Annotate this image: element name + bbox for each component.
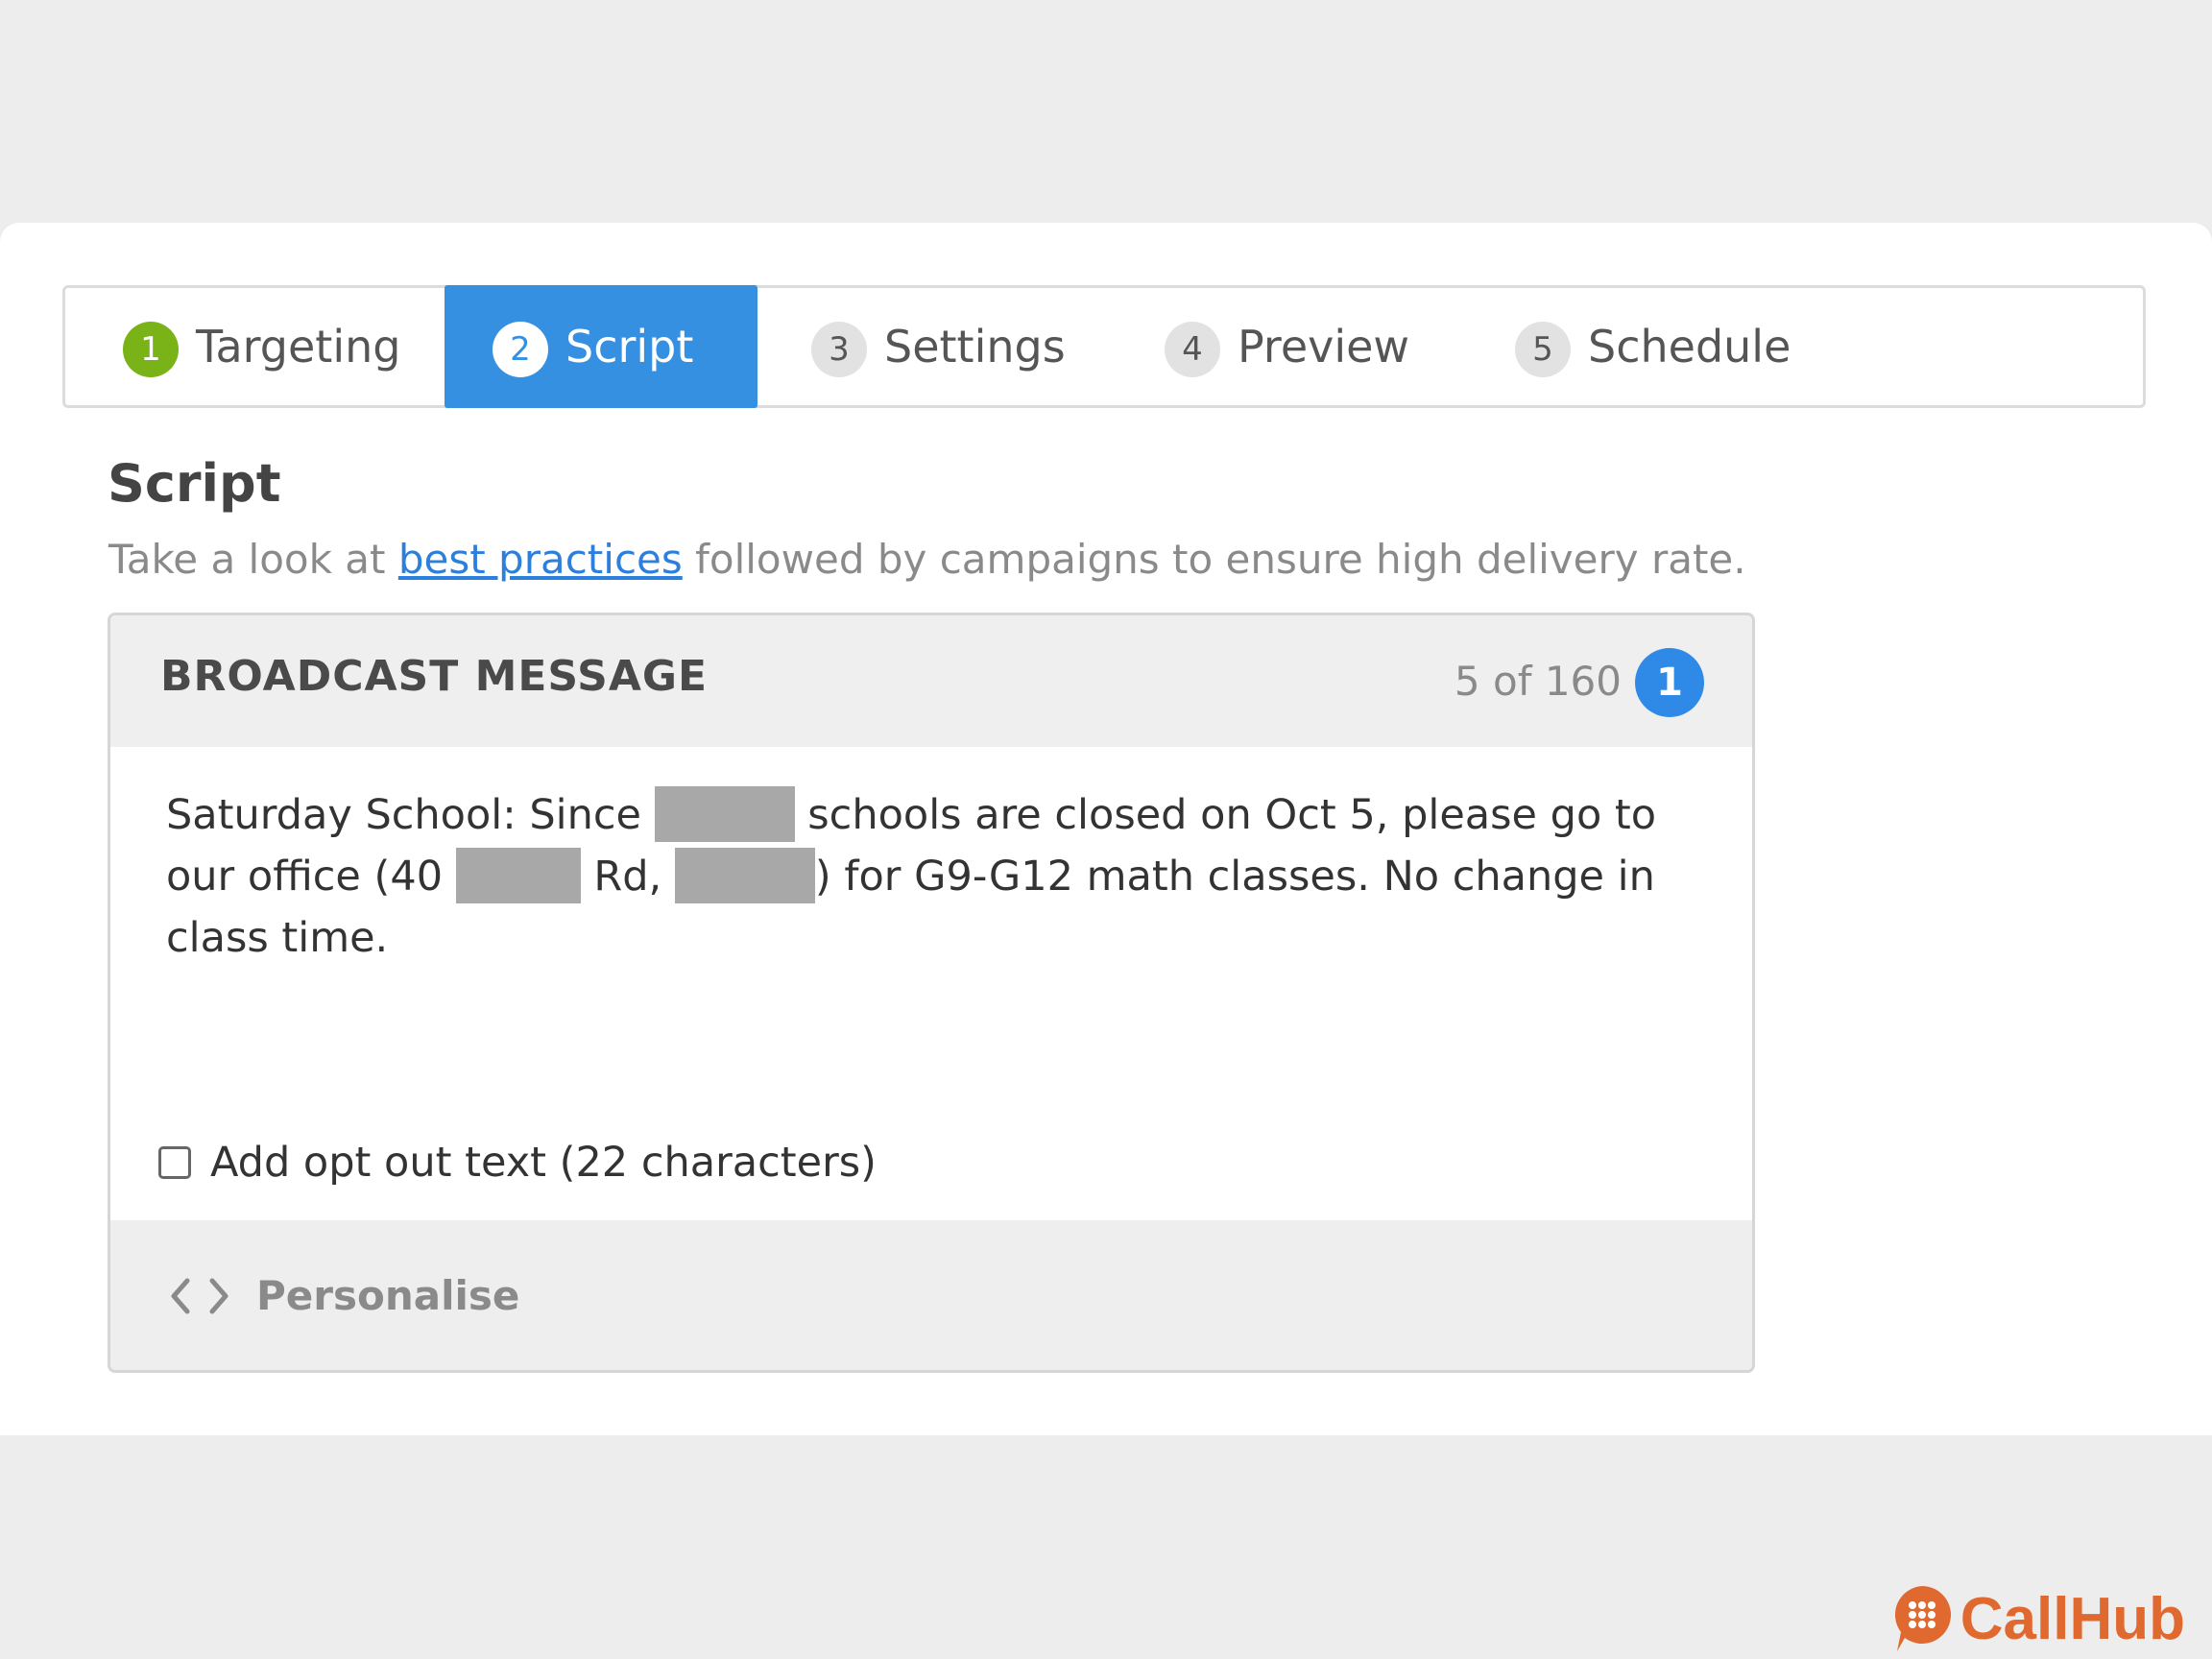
message-text: Rd, — [580, 853, 675, 901]
message-text: Saturday School: Since — [166, 791, 655, 839]
redacted-block — [654, 786, 795, 842]
redacted-block — [674, 848, 815, 903]
campaign-stepper: 1 Targeting 2 Script 3 Settings 4 Previe… — [62, 285, 2146, 408]
brand-logo: CallHub — [1891, 1584, 2185, 1653]
personalise-label: Personalise — [256, 1272, 520, 1319]
redacted-block — [455, 848, 581, 903]
personalise-button[interactable]: Personalise — [168, 1272, 519, 1319]
step-number: 2 — [493, 322, 548, 377]
step-label: Schedule — [1588, 321, 1791, 373]
best-practices-link[interactable]: best practices — [398, 536, 683, 583]
step-targeting[interactable]: 1 Targeting — [123, 285, 400, 408]
subtitle-text: Take a look at — [108, 536, 398, 583]
optout-checkbox[interactable] — [158, 1146, 191, 1179]
step-label: Targeting — [196, 321, 401, 373]
step-number: 4 — [1165, 322, 1220, 377]
message-header: BROADCAST MESSAGE 5 of 160 1 — [110, 615, 1752, 747]
step-number: 3 — [811, 322, 867, 377]
optout-label: Add opt out text (22 characters) — [210, 1139, 877, 1187]
optout-option[interactable]: Add opt out text (22 characters) — [158, 1139, 877, 1187]
message-footer: Personalise — [110, 1220, 1752, 1370]
page-title: Script — [108, 453, 281, 514]
callhub-logo-icon — [1891, 1584, 1953, 1653]
step-label: Settings — [884, 321, 1066, 373]
script-subtitle: Take a look at best practices followed b… — [108, 536, 1746, 583]
step-label: Script — [565, 321, 694, 373]
step-number: 5 — [1515, 322, 1571, 377]
step-preview[interactable]: 4 Preview — [1165, 285, 1409, 408]
step-number: 1 — [123, 322, 179, 377]
message-header-label: BROADCAST MESSAGE — [160, 652, 709, 701]
subtitle-text-end: followed by campaigns to ensure high del… — [682, 536, 1746, 583]
message-textarea[interactable]: Saturday School: Since schools are close… — [166, 784, 1702, 969]
segment-count-badge: 1 — [1635, 648, 1704, 717]
step-schedule[interactable]: 5 Schedule — [1515, 285, 1791, 408]
character-count: 5 of 160 — [1454, 658, 1622, 705]
step-label: Preview — [1238, 321, 1410, 373]
step-script[interactable]: 2 Script — [445, 285, 757, 408]
step-settings[interactable]: 3 Settings — [811, 285, 1066, 408]
broadcast-message-box: BROADCAST MESSAGE 5 of 160 1 Saturday Sc… — [108, 613, 1755, 1373]
code-brackets-icon — [168, 1277, 231, 1315]
brand-name: CallHub — [1960, 1585, 2185, 1652]
